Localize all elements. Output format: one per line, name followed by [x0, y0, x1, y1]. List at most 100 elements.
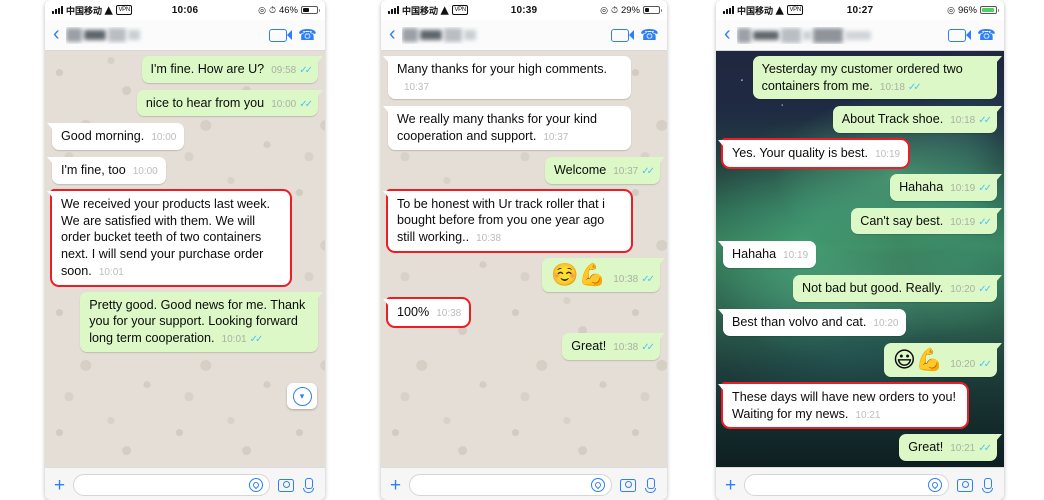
message-bubble[interactable]: Great! 10:21 ✓✓	[899, 434, 1002, 461]
voice-call-icon[interactable]: ☎	[977, 27, 996, 44]
nav-bar: ‹ ☎	[381, 20, 667, 51]
back-button[interactable]: ‹	[389, 24, 396, 44]
message-row: Welcome 10:37 ✓✓	[388, 156, 666, 184]
message-bubble[interactable]: 😃💪 10:20 ✓✓	[883, 342, 1003, 377]
message-time: 10:19	[950, 182, 976, 194]
read-receipt-icon: ✓✓	[978, 358, 992, 370]
message-bubble[interactable]: We really many thanks for your kind coop…	[383, 106, 631, 150]
message-bubble[interactable]: I'm fine. How are U? 09:58 ✓✓	[141, 56, 323, 83]
message-meta: 10:21	[855, 409, 880, 422]
status-bar-right: ◎ ⏱ 46%	[258, 5, 320, 16]
scroll-to-bottom-button[interactable]: ▾	[287, 383, 317, 409]
message-time: 10:38	[613, 273, 639, 285]
read-receipt-icon: ✓✓	[249, 334, 264, 346]
message-meta: 10:00	[151, 131, 176, 144]
message-bubble[interactable]: nice to hear from you 10:00 ✓✓	[136, 89, 324, 117]
message-row: Not bad but good. Really. 10:20 ✓✓	[723, 275, 1002, 302]
message-time: 10:00	[151, 132, 177, 144]
message-time: 10:38	[476, 233, 502, 245]
message-row: To be honest with Ur track roller that i…	[383, 188, 660, 253]
message-bubble[interactable]: Can't say best. 10:19 ✓✓	[851, 207, 1002, 235]
message-meta: 09:58 ✓✓	[271, 64, 313, 77]
read-receipt-icon: ✓✓	[978, 115, 992, 127]
mic-button[interactable]	[302, 477, 316, 494]
message-input-field[interactable]	[744, 474, 949, 496]
highlighted-message-bubble[interactable]: These days will have new orders to you! …	[717, 381, 970, 430]
nav-actions: ☎	[269, 27, 317, 44]
message-text: Welcome	[553, 162, 607, 177]
sticker-icon[interactable]	[591, 478, 605, 492]
nav-bar: ‹ ☎	[45, 20, 325, 51]
highlighted-message-bubble[interactable]: Yes. Your quality is best. 10:19	[717, 138, 911, 169]
mic-icon	[982, 477, 994, 493]
video-call-icon[interactable]	[269, 28, 293, 42]
camera-icon[interactable]	[278, 478, 294, 492]
highlighted-message-bubble[interactable]: To be honest with Ur track roller that i…	[383, 188, 633, 253]
message-bubble[interactable]: Good morning. 10:00	[46, 123, 185, 151]
video-call-icon[interactable]	[948, 28, 972, 42]
message-bubble[interactable]: ☺️💪 10:38 ✓✓	[542, 257, 665, 293]
camera-icon[interactable]	[620, 478, 636, 492]
message-time: 10:19	[783, 250, 809, 262]
battery-icon	[301, 5, 320, 15]
message-meta: 10:37	[543, 131, 568, 144]
message-bubble[interactable]: Not bad but good. Really. 10:20 ✓✓	[793, 275, 1002, 302]
contact-name-blurred[interactable]	[401, 27, 606, 44]
message-text: Hahaha	[732, 247, 777, 262]
message-bubble[interactable]: Yesterday my customer ordered two contai…	[752, 56, 1003, 100]
message-bubble[interactable]: Welcome 10:37 ✓✓	[544, 156, 666, 184]
message-bubble[interactable]: Pretty good. Good news for me. Thank you…	[80, 291, 323, 352]
message-bubble[interactable]: Great! 10:38 ✓✓	[562, 332, 665, 360]
message-input-bar: +	[381, 467, 667, 500]
message-row: I'm fine. How are U? 09:58 ✓✓	[52, 56, 323, 83]
message-row: Good morning. 10:00	[46, 123, 318, 151]
message-text: Hahaha	[899, 179, 944, 194]
message-time: 10:21	[855, 409, 881, 421]
highlighted-message-bubble[interactable]: 100% 10:38	[382, 297, 472, 328]
contact-name-blurred[interactable]	[736, 27, 943, 44]
chevron-down-icon: ▾	[292, 386, 312, 406]
message-input-bar: +	[45, 467, 325, 500]
message-bubble[interactable]: About Track shoe. 10:18 ✓✓	[832, 106, 1003, 134]
message-text: Not bad but good. Really.	[802, 281, 944, 296]
message-input-field[interactable]	[73, 474, 270, 496]
message-bubble[interactable]: Hahaha 10:19 ✓✓	[890, 173, 1002, 201]
message-meta: 10:20 ✓✓	[950, 283, 992, 296]
message-bubble[interactable]: Hahaha 10:19	[717, 241, 817, 269]
blur-block	[802, 30, 811, 40]
battery-icon	[980, 5, 999, 15]
attach-button[interactable]: +	[54, 476, 65, 495]
message-time: 10:38	[436, 308, 462, 320]
voice-call-icon[interactable]: ☎	[298, 27, 317, 44]
video-call-icon[interactable]	[611, 28, 635, 42]
voice-call-icon[interactable]: ☎	[640, 27, 659, 44]
contact-name-blurred[interactable]	[65, 27, 264, 44]
message-list: Yesterday my customer ordered two contai…	[716, 51, 1004, 467]
message-time: 10:37	[613, 165, 639, 177]
message-row: Yesterday my customer ordered two contai…	[723, 56, 1003, 100]
back-button[interactable]: ‹	[53, 24, 60, 44]
message-time: 10:37	[543, 132, 569, 144]
blur-block	[401, 28, 418, 42]
message-row: We really many thanks for your kind coop…	[383, 106, 660, 150]
attach-button[interactable]: +	[390, 476, 401, 495]
sticker-icon[interactable]	[928, 478, 942, 492]
back-button[interactable]: ‹	[724, 24, 731, 44]
mic-button[interactable]	[644, 477, 658, 494]
message-bubble[interactable]: Best than volvo and cat. 10:20	[717, 308, 907, 336]
message-row: Pretty good. Good news for me. Thank you…	[52, 291, 323, 352]
mic-button[interactable]	[981, 477, 995, 494]
sticker-icon[interactable]	[249, 478, 263, 492]
message-bubble[interactable]: Many thanks for your high comments. 10:37	[383, 56, 631, 100]
attach-button[interactable]: +	[725, 476, 736, 495]
message-input-field[interactable]	[409, 474, 612, 496]
camera-icon[interactable]	[957, 478, 973, 492]
status-bar: 中国移动 ▶ VPN 10:27 ◎ 96%	[716, 0, 1004, 20]
message-row: 100% 10:38	[382, 297, 660, 328]
message-text: Many thanks for your high comments.	[397, 62, 607, 76]
highlighted-message-bubble[interactable]: We received your products last week. We …	[47, 188, 292, 287]
message-text: We received your products last week. We …	[61, 196, 271, 278]
message-meta: 10:20 ✓✓	[950, 358, 992, 371]
message-meta: 10:37 ✓✓	[613, 165, 655, 178]
message-bubble[interactable]: I'm fine, too 10:00	[47, 157, 166, 184]
